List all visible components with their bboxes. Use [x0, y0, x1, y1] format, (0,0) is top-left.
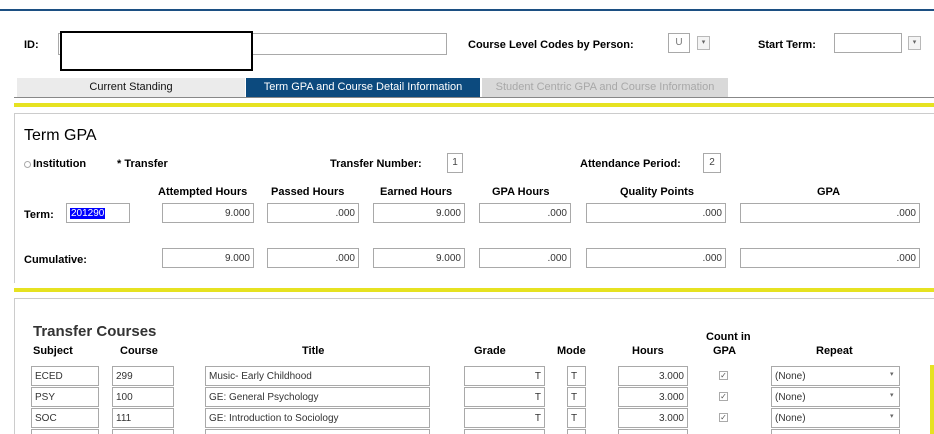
row2-course[interactable]: 100: [112, 387, 174, 407]
col-count-in-gpa-line2: GPA: [713, 345, 737, 357]
transfer-number-label: Transfer Number:: [330, 158, 422, 170]
row3-course[interactable]: 111: [112, 408, 174, 428]
row3-hours[interactable]: 3.000: [618, 408, 688, 428]
row3-subject[interactable]: SOC: [31, 408, 99, 428]
start-term-dropdown-button[interactable]: ▾: [908, 36, 921, 50]
id-label: ID:: [24, 39, 39, 51]
transfer-courses-title: Transfer Courses: [33, 323, 157, 340]
row1-mode[interactable]: T: [567, 366, 586, 386]
institution-radio-button[interactable]: [24, 160, 31, 168]
row3-mode[interactable]: T: [567, 408, 586, 428]
attendance-period-label: Attendance Period:: [580, 158, 681, 170]
col-subject: Subject: [33, 345, 73, 357]
id-redaction-box: [60, 31, 253, 71]
course-level-dropdown-button[interactable]: ▾: [697, 36, 710, 50]
row4-course-partial[interactable]: [112, 429, 174, 434]
cumulative-attempted-hours[interactable]: 9.000: [162, 248, 254, 268]
term-passed-hours[interactable]: .000: [267, 203, 359, 223]
row2-repeat-select[interactable]: (None): [771, 387, 900, 407]
row1-repeat-select[interactable]: (None): [771, 366, 900, 386]
attendance-period-input[interactable]: 2: [703, 153, 721, 173]
tab-term-gpa-course-detail[interactable]: Term GPA and Course Detail Information: [246, 78, 480, 97]
row3-grade[interactable]: T: [464, 408, 545, 428]
term-code-input[interactable]: 201290: [66, 203, 130, 223]
row1-hours[interactable]: 3.000: [618, 366, 688, 386]
cumulative-quality-points[interactable]: .000: [586, 248, 726, 268]
transfer-radio[interactable]: * Transfer: [117, 158, 168, 170]
tab-current-standing[interactable]: Current Standing: [17, 78, 245, 97]
institution-radio[interactable]: Institution: [24, 158, 86, 170]
top-border: [0, 9, 934, 11]
course-level-input[interactable]: U: [668, 33, 690, 53]
cumulative-passed-hours[interactable]: .000: [267, 248, 359, 268]
section-divider-yellow-2: [14, 288, 934, 292]
row1-count-in-gpa-checkbox[interactable]: ✓: [719, 371, 728, 380]
row1-subject[interactable]: ECED: [31, 366, 99, 386]
row2-grade[interactable]: T: [464, 387, 545, 407]
row3-title[interactable]: GE: Introduction to Sociology: [205, 408, 430, 428]
col-title: Title: [302, 345, 325, 357]
row2-mode[interactable]: T: [567, 387, 586, 407]
row1-title[interactable]: Music- Early Childhood: [205, 366, 430, 386]
start-term-label: Start Term:: [758, 39, 816, 51]
row2-count-in-gpa-checkbox[interactable]: ✓: [719, 392, 728, 401]
col-gpa-hours: GPA Hours: [492, 186, 550, 198]
row4-subject-partial[interactable]: [31, 429, 99, 434]
cumulative-row-label: Cumulative:: [24, 254, 87, 266]
col-gpa: GPA: [817, 186, 841, 198]
col-grade: Grade: [474, 345, 506, 357]
cumulative-gpa-hours[interactable]: .000: [479, 248, 571, 268]
institution-radio-label: Institution: [33, 158, 87, 170]
col-course: Course: [120, 345, 158, 357]
row1-course[interactable]: 299: [112, 366, 174, 386]
section-divider-yellow: [14, 103, 934, 107]
row1-repeat-chevron-icon[interactable]: ▾: [890, 370, 894, 378]
term-row-label: Term:: [24, 209, 54, 221]
col-attempted-hours: Attempted Hours: [158, 186, 248, 198]
row2-hours[interactable]: 3.000: [618, 387, 688, 407]
row4-repeat-partial[interactable]: [771, 429, 900, 434]
row2-title[interactable]: GE: General Psychology: [205, 387, 430, 407]
col-earned-hours: Earned Hours: [380, 186, 453, 198]
cumulative-gpa[interactable]: .000: [740, 248, 920, 268]
row3-repeat-chevron-icon[interactable]: ▾: [890, 412, 894, 420]
transfer-courses-right-rule: [930, 365, 934, 434]
row3-count-in-gpa-checkbox[interactable]: ✓: [719, 413, 728, 422]
col-quality-points: Quality Points: [620, 186, 694, 198]
term-gpa-title: Term GPA: [24, 127, 97, 144]
row2-subject[interactable]: PSY: [31, 387, 99, 407]
row4-grade-partial[interactable]: [464, 429, 545, 434]
term-code-value: 201290: [70, 208, 106, 219]
tab-divider: [14, 97, 934, 98]
tab-student-centric-gpa[interactable]: Student Centric GPA and Course Informati…: [482, 78, 728, 97]
cumulative-earned-hours[interactable]: 9.000: [373, 248, 465, 268]
term-gpa[interactable]: .000: [740, 203, 920, 223]
term-earned-hours[interactable]: 9.000: [373, 203, 465, 223]
col-mode: Mode: [557, 345, 586, 357]
col-passed-hours: Passed Hours: [271, 186, 345, 198]
row4-title-partial[interactable]: [205, 429, 430, 434]
col-repeat: Repeat: [816, 345, 853, 357]
col-hours: Hours: [632, 345, 664, 357]
term-attempted-hours[interactable]: 9.000: [162, 203, 254, 223]
row3-repeat-select[interactable]: (None): [771, 408, 900, 428]
term-quality-points[interactable]: .000: [586, 203, 726, 223]
course-level-label: Course Level Codes by Person:: [468, 39, 634, 51]
row4-hours-partial[interactable]: [618, 429, 688, 434]
transfer-number-input[interactable]: 1: [447, 153, 463, 173]
col-count-in-gpa-line1: Count in: [706, 331, 751, 343]
term-gpa-hours[interactable]: .000: [479, 203, 571, 223]
row2-repeat-chevron-icon[interactable]: ▾: [890, 391, 894, 399]
start-term-input[interactable]: [834, 33, 902, 53]
row4-mode-partial[interactable]: [567, 429, 586, 434]
transfer-radio-label: Transfer: [124, 158, 168, 170]
row1-grade[interactable]: T: [464, 366, 545, 386]
